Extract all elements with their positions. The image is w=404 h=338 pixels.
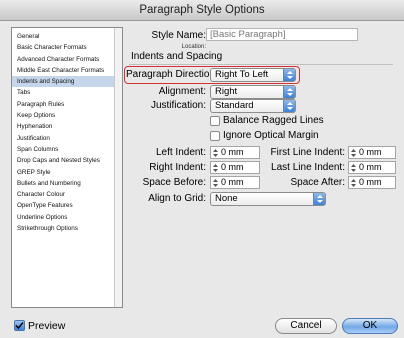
left-indent-field[interactable]: 0 mm — [210, 146, 260, 159]
stepper-icon[interactable] — [350, 163, 357, 173]
ignore-optical-margin-checkbox[interactable] — [210, 131, 220, 141]
checkmark-icon — [15, 322, 24, 330]
sidebar-item-general[interactable]: General — [12, 31, 116, 42]
justification-select[interactable]: Standard — [210, 99, 296, 113]
select-arrows-icon — [313, 193, 325, 205]
sidebar-item-drop-caps-and-nested-styles[interactable]: Drop Caps and Nested Styles — [12, 155, 116, 166]
space-after-field[interactable]: 0 mm — [348, 176, 396, 189]
sidebar-item-underline-options[interactable]: Underline Options — [12, 212, 116, 223]
style-name-field[interactable]: [Basic Paragraph] — [206, 28, 358, 41]
stepper-icon[interactable] — [212, 178, 219, 188]
sidebar-item-middle-east-character-formats[interactable]: Middle East Character Formats — [12, 65, 116, 76]
preview-checkbox[interactable] — [14, 320, 25, 331]
alignment-value: Right — [215, 86, 238, 97]
balance-ragged-lines-label: Balance Ragged Lines — [223, 115, 324, 126]
stepper-icon[interactable] — [350, 148, 357, 158]
sidebar-item-span-columns[interactable]: Span Columns — [12, 144, 116, 155]
category-list-scrollbar[interactable] — [114, 28, 122, 307]
paragraph-direction-value: Right To Left — [215, 69, 269, 80]
sidebar-item-paragraph-rules[interactable]: Paragraph Rules — [12, 99, 116, 110]
section-title: Indents and Spacing — [131, 51, 223, 62]
sidebar-item-advanced-character-formats[interactable]: Advanced Character Formats — [12, 54, 116, 65]
space-before-field[interactable]: 0 mm — [210, 176, 260, 189]
left-indent-label: Left Indent: — [155, 147, 206, 158]
paragraph-direction-label: Paragraph Direction: — [126, 69, 218, 80]
justification-label: Justification: — [150, 100, 206, 111]
ignore-optical-margin-label: Ignore Optical Margin — [223, 130, 319, 141]
last-line-indent-field[interactable]: 0 mm — [348, 161, 396, 174]
category-list-items: General Basic Character Formats Advanced C… — [12, 31, 116, 234]
sidebar-item-strikethrough-options[interactable]: Strikethrough Options — [12, 223, 116, 234]
select-arrows-icon — [283, 100, 295, 112]
category-list[interactable]: General Basic Character Formats Advanced C… — [11, 27, 123, 308]
first-line-indent-value: 0 mm — [359, 147, 382, 157]
space-after-label: Space After: — [290, 177, 345, 188]
right-indent-value: 0 mm — [221, 162, 244, 172]
left-indent-value: 0 mm — [221, 147, 244, 157]
align-to-grid-label: Align to Grid: — [148, 193, 206, 204]
sidebar-item-grep-style[interactable]: GREP Style — [12, 167, 116, 178]
sidebar-item-hyphenation[interactable]: Hyphenation — [12, 121, 116, 132]
section-divider — [129, 64, 393, 65]
stepper-icon[interactable] — [212, 163, 219, 173]
last-line-indent-value: 0 mm — [359, 162, 382, 172]
align-to-grid-value: None — [215, 193, 238, 204]
align-to-grid-select[interactable]: None — [210, 192, 326, 206]
justification-value: Standard — [215, 100, 254, 111]
window-title: Paragraph Style Options — [0, 0, 404, 21]
right-indent-field[interactable]: 0 mm — [210, 161, 260, 174]
first-line-indent-label: First Line Indent: — [270, 147, 345, 158]
stepper-icon[interactable] — [212, 148, 219, 158]
balance-ragged-lines-checkbox[interactable] — [210, 116, 220, 126]
last-line-indent-label: Last Line Indent: — [271, 162, 345, 173]
stepper-icon[interactable] — [350, 178, 357, 188]
sidebar-item-basic-character-formats[interactable]: Basic Character Formats — [12, 42, 116, 53]
sidebar-item-justification[interactable]: Justification — [12, 133, 116, 144]
sidebar-item-opentype-features[interactable]: OpenType Features — [12, 200, 116, 211]
alignment-select[interactable]: Right — [210, 85, 296, 99]
sidebar-item-character-colour[interactable]: Character Colour — [12, 189, 116, 200]
sidebar-item-indents-and-spacing[interactable]: Indents and Spacing — [12, 76, 116, 88]
space-before-label: Space Before: — [142, 177, 206, 188]
alignment-label: Alignment: — [158, 86, 206, 97]
first-line-indent-field[interactable]: 0 mm — [348, 146, 396, 159]
cancel-button[interactable]: Cancel — [275, 318, 337, 334]
sidebar-item-tabs[interactable]: Tabs — [12, 87, 116, 98]
location-label: Location: — [181, 44, 206, 50]
paragraph-direction-select[interactable]: Right To Left — [210, 68, 296, 82]
select-arrows-icon — [283, 86, 295, 98]
space-before-value: 0 mm — [221, 177, 244, 187]
preview-label: Preview — [28, 320, 66, 332]
select-arrows-icon — [283, 69, 295, 81]
sidebar-item-keep-options[interactable]: Keep Options — [12, 110, 116, 121]
space-after-value: 0 mm — [359, 177, 382, 187]
style-name-label: Style Name: — [151, 30, 206, 41]
sidebar-item-bullets-and-numbering[interactable]: Bullets and Numbering — [12, 178, 116, 189]
right-indent-label: Right Indent: — [149, 162, 206, 173]
ok-button[interactable]: OK — [342, 318, 398, 334]
